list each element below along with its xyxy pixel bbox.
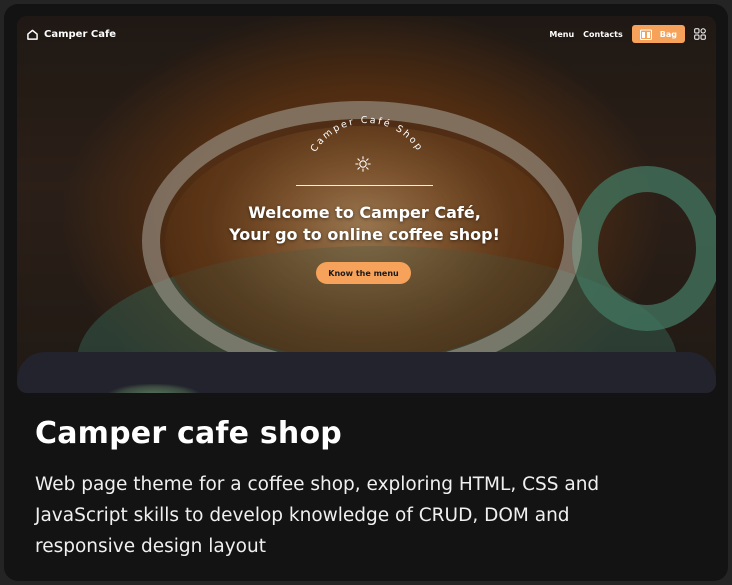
sun-icon <box>355 156 371 172</box>
home-icon <box>27 29 38 40</box>
bag-icon <box>639 28 652 40</box>
hero-divider <box>296 185 433 186</box>
preview-navbar: Camper Cafe Menu Contacts Bag <box>17 16 716 52</box>
bag-label: Bag <box>659 29 677 39</box>
plant-image <box>109 384 199 393</box>
nav-link-contacts[interactable]: Contacts <box>583 30 623 39</box>
hero-headline-line2: Your go to online coffee shop! <box>229 225 500 244</box>
card-title: Camper cafe shop <box>35 416 342 451</box>
arc-title: Camper Café Shop <box>309 115 426 154</box>
hero-headline-line1: Welcome to Camper Café, <box>248 203 481 222</box>
arc-title-text: Camper Café Shop <box>309 115 424 154</box>
hero-headline: Welcome to Camper Café, Your go to onlin… <box>187 202 542 246</box>
nav-link-menu[interactable]: Menu <box>549 30 574 39</box>
card-description: Web page theme for a coffee shop, explor… <box>35 474 600 557</box>
project-card[interactable]: Camper Cafe Menu Contacts Bag Camper Caf… <box>4 4 728 581</box>
bag-button[interactable]: Bag <box>631 25 685 43</box>
brand[interactable]: Camper Cafe <box>27 29 116 40</box>
project-preview[interactable]: Camper Cafe Menu Contacts Bag Camper Caf… <box>17 16 716 393</box>
svg-text:Camper Café Shop: Camper Café Shop <box>309 115 426 154</box>
brand-name: Camper Cafe <box>44 28 117 40</box>
grid-icon[interactable] <box>694 28 706 40</box>
know-menu-button[interactable]: Know the menu <box>316 262 411 284</box>
